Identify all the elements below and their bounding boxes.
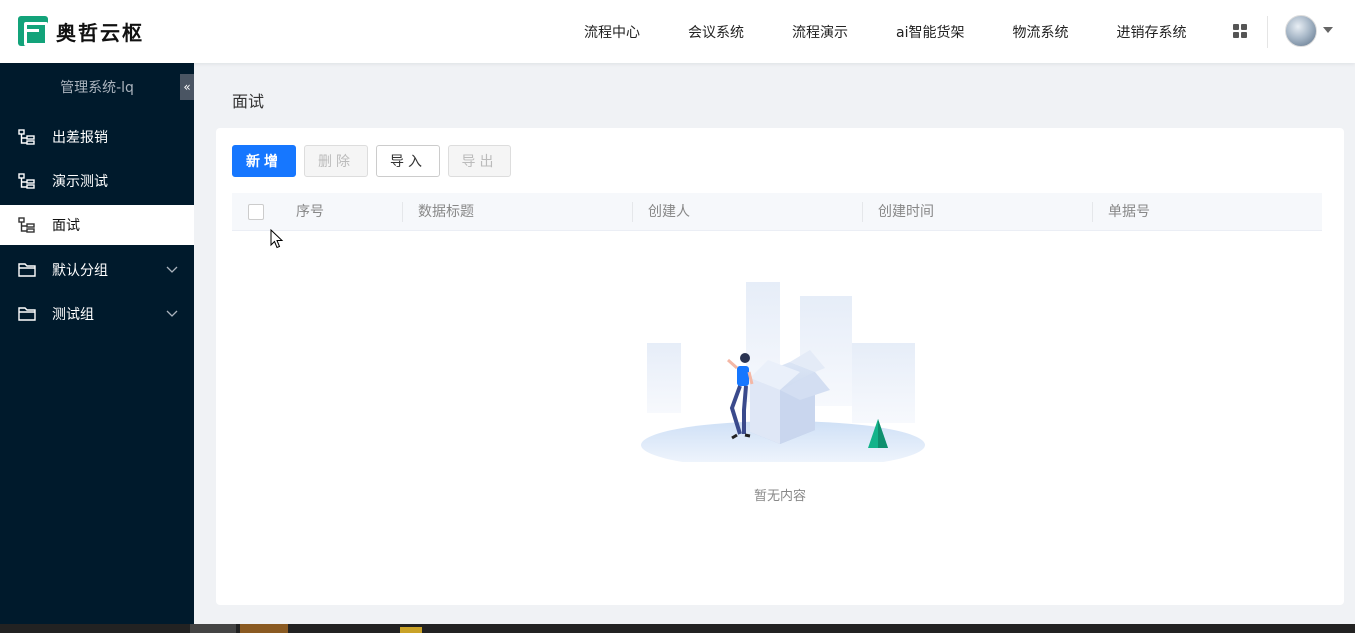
collapse-sidebar-button[interactable]: « xyxy=(180,74,194,100)
logo[interactable]: 奥哲云枢 xyxy=(18,15,144,47)
content-card: 新增 删除 导入 导出 序号 数据标题 创建人 创建时间 单据号 暂无内容 xyxy=(216,128,1344,605)
tree-icon xyxy=(18,173,35,189)
nav-item-process-center[interactable]: 流程中心 xyxy=(584,22,640,42)
sidebar-item-label: 测试组 xyxy=(52,307,94,323)
column-divider xyxy=(1092,202,1093,222)
tree-icon xyxy=(18,217,35,233)
nav-item-ai-shelf[interactable]: ai智能货架 xyxy=(896,22,964,42)
sidebar-item-label: 默认分组 xyxy=(52,263,108,279)
column-header-title[interactable]: 数据标题 xyxy=(418,193,474,231)
caret-down-icon[interactable] xyxy=(1323,27,1333,33)
top-header: 奥哲云枢 流程中心 会议系统 流程演示 ai智能货架 物流系统 进销存系统 xyxy=(0,0,1355,63)
sidebar-item-interview[interactable]: 面试 xyxy=(0,205,194,245)
chevron-down-icon xyxy=(166,310,178,317)
sidebar-item-label: 面试 xyxy=(52,218,80,234)
folder-icon xyxy=(18,307,36,321)
chevron-down-icon xyxy=(166,266,178,273)
taskbar-app[interactable] xyxy=(190,624,236,633)
import-button[interactable]: 导入 xyxy=(376,145,440,177)
header-divider xyxy=(1267,16,1268,48)
logo-text: 奥哲云枢 xyxy=(56,20,144,45)
logo-icon xyxy=(18,16,48,46)
sidebar: 管理系统-lq « 出差报销 演示测试 面试 默认分组 测试组 xyxy=(0,63,194,633)
apps-grid-icon[interactable] xyxy=(1233,24,1247,38)
table-header: 序号 数据标题 创建人 创建时间 单据号 xyxy=(232,193,1322,231)
sidebar-item-test-group[interactable]: 测试组 xyxy=(0,294,194,334)
nav-item-logistics[interactable]: 物流系统 xyxy=(1012,22,1068,42)
sidebar-item-label: 演示测试 xyxy=(52,174,108,190)
nav-item-inventory[interactable]: 进销存系统 xyxy=(1116,22,1186,42)
taskbar xyxy=(0,624,1355,633)
tree-icon xyxy=(18,129,35,145)
system-title: 管理系统-lq xyxy=(60,80,134,96)
select-all-checkbox[interactable] xyxy=(248,204,264,220)
delete-button[interactable]: 删除 xyxy=(304,145,368,177)
column-header-index[interactable]: 序号 xyxy=(296,193,324,231)
nav-item-process-demo[interactable]: 流程演示 xyxy=(792,22,848,42)
page-title: 面试 xyxy=(232,92,265,111)
nav-item-meeting-system[interactable]: 会议系统 xyxy=(688,22,744,42)
avatar[interactable] xyxy=(1285,15,1317,47)
column-divider xyxy=(402,202,403,222)
add-button[interactable]: 新增 xyxy=(232,145,296,177)
sidebar-item-label: 出差报销 xyxy=(52,130,108,146)
sidebar-item-default-group[interactable]: 默认分组 xyxy=(0,250,194,290)
top-nav: 流程中心 会议系统 流程演示 ai智能货架 物流系统 进销存系统 xyxy=(560,0,1210,63)
export-button[interactable]: 导出 xyxy=(448,145,511,177)
mouse-cursor-icon xyxy=(270,229,284,249)
column-header-created-time[interactable]: 创建时间 xyxy=(878,193,934,231)
sidebar-item-travel-reimbursement[interactable]: 出差报销 xyxy=(0,117,194,157)
empty-state-illustration xyxy=(641,282,925,462)
column-header-creator[interactable]: 创建人 xyxy=(648,193,690,231)
column-divider xyxy=(632,202,633,222)
taskbar-app[interactable] xyxy=(400,627,422,633)
folder-icon xyxy=(18,263,36,277)
column-header-doc-number[interactable]: 单据号 xyxy=(1108,193,1150,231)
empty-state-text: 暂无内容 xyxy=(753,489,806,504)
taskbar-app[interactable] xyxy=(240,624,288,633)
column-divider xyxy=(862,202,863,222)
sidebar-item-demo-test[interactable]: 演示测试 xyxy=(0,161,194,201)
